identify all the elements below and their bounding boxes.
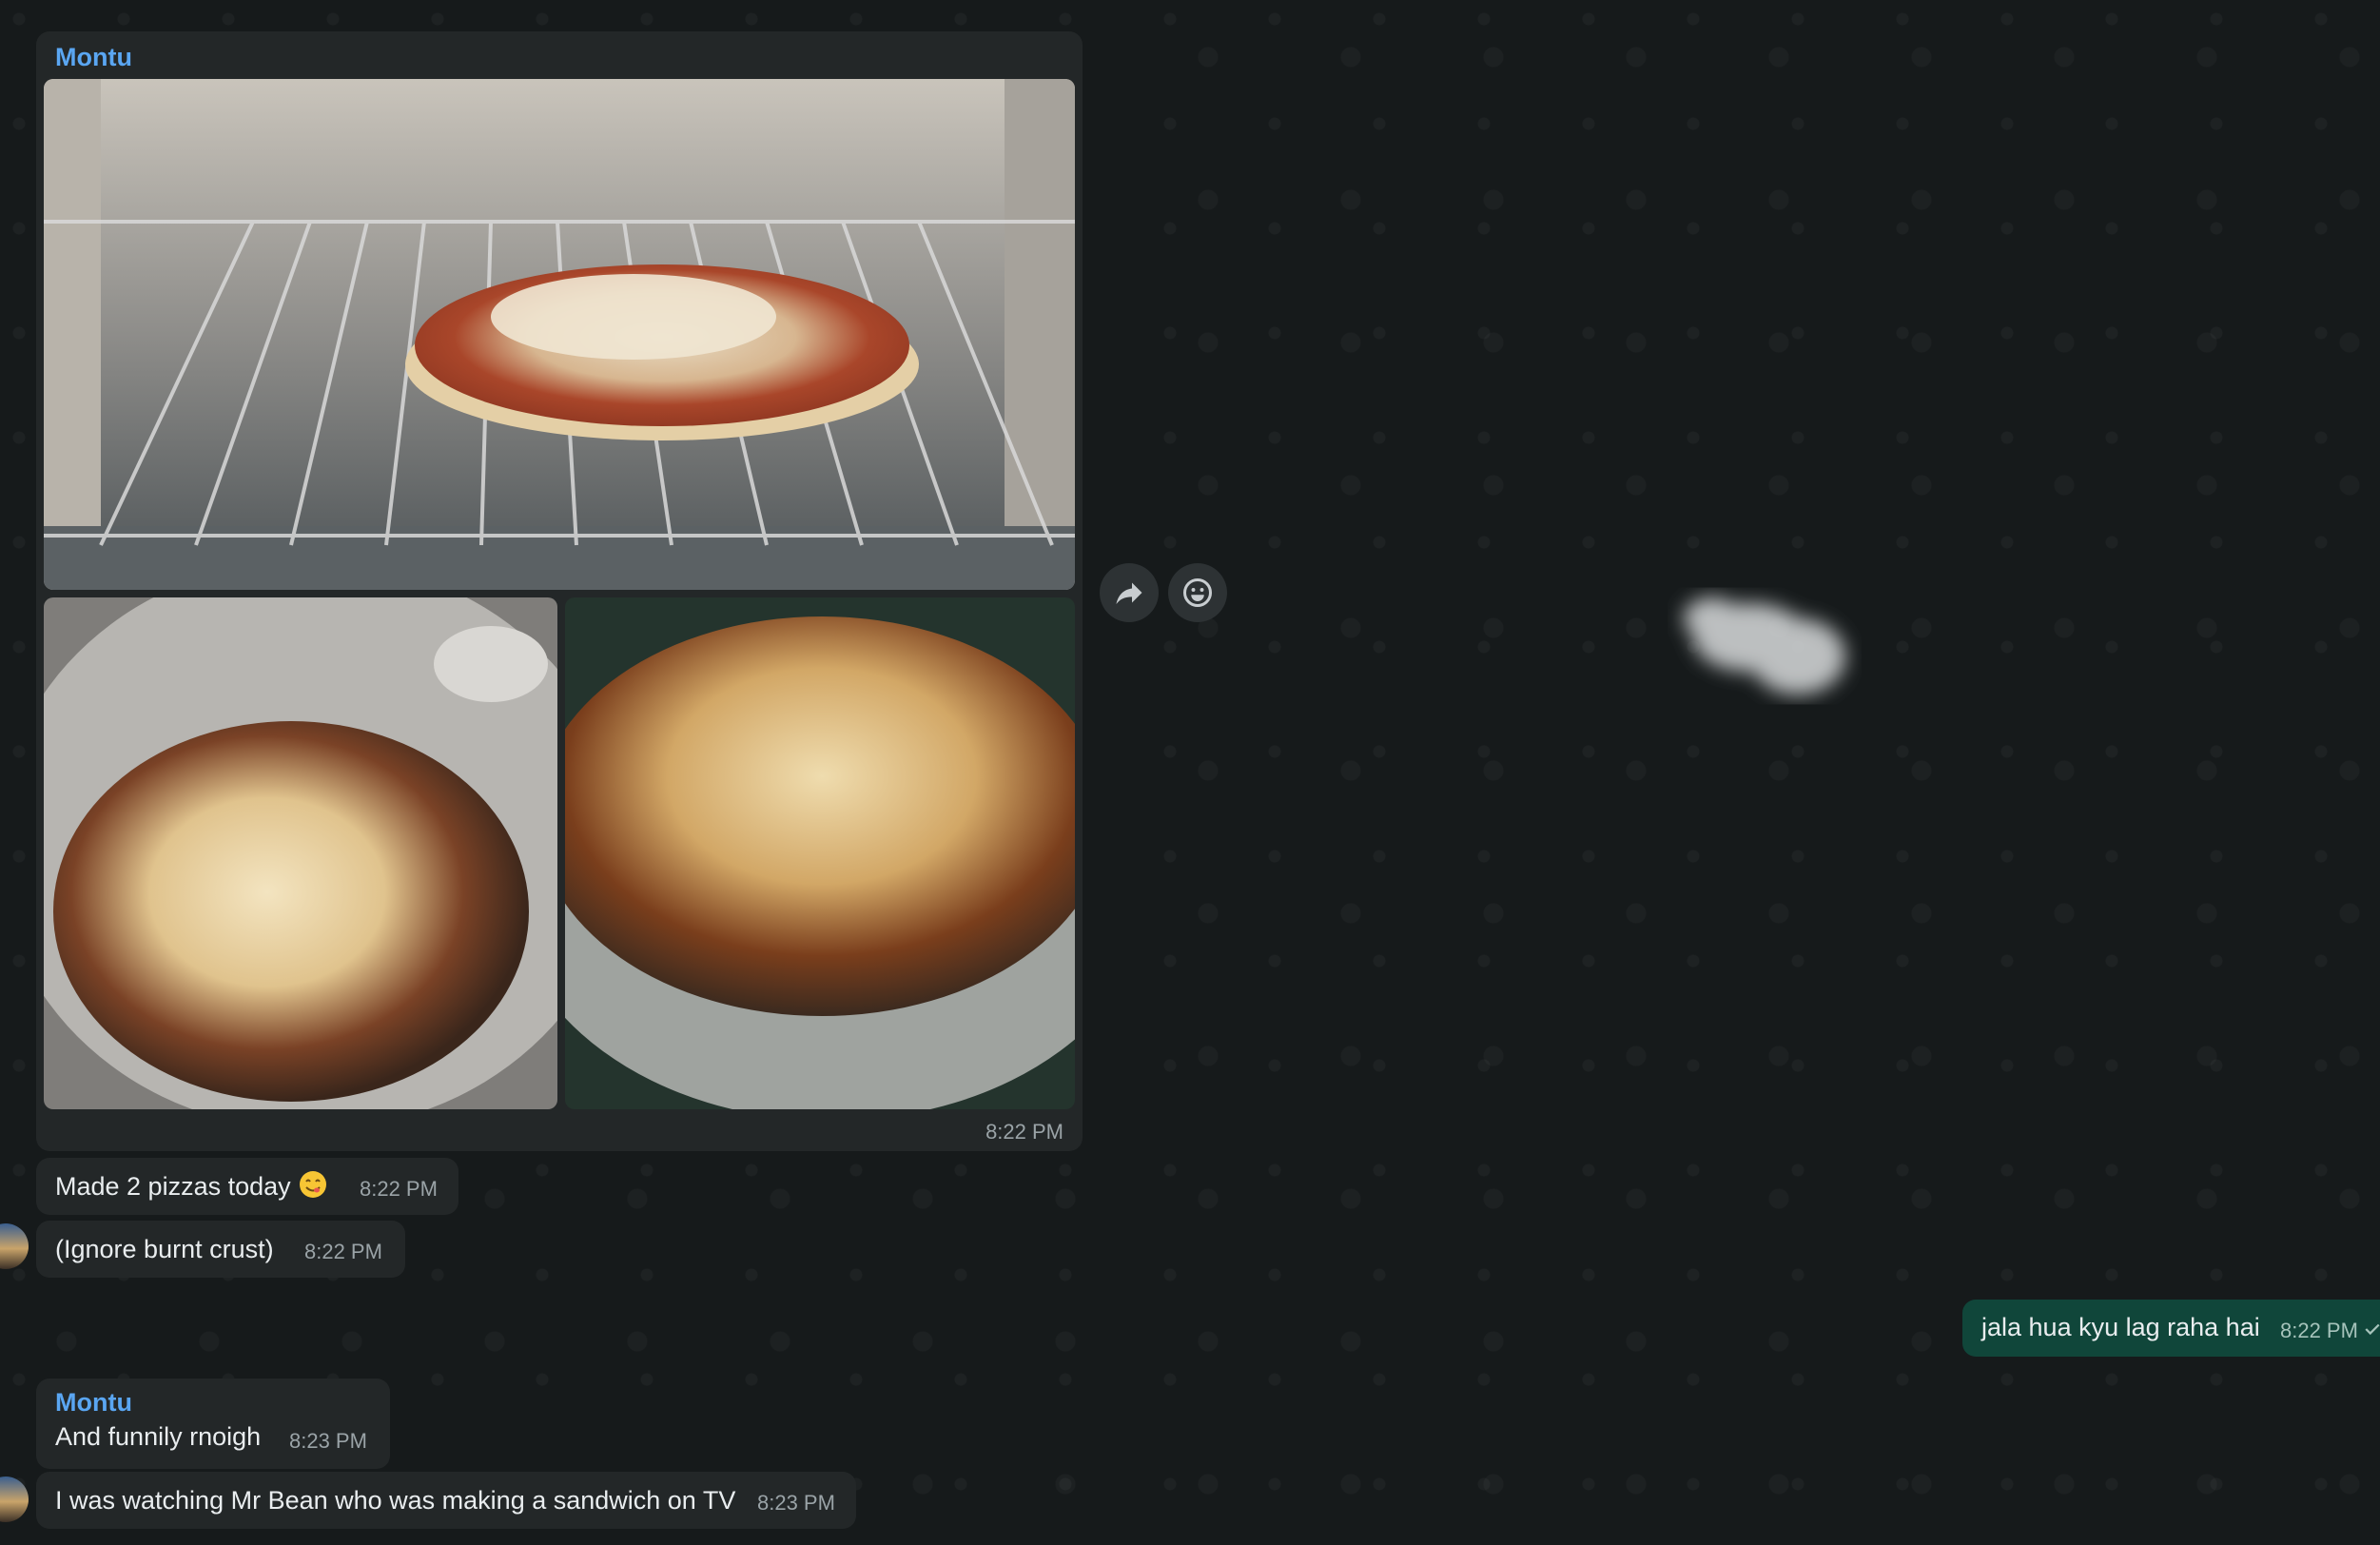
message-bubble: Montu And funnily rnoigh 8:23 PM — [36, 1379, 390, 1469]
album-timestamp: 8:22 PM — [985, 1120, 1063, 1144]
react-emoji-button[interactable] — [1168, 563, 1227, 622]
message-bubble: (Ignore burnt crust) 8:22 PM — [36, 1221, 405, 1278]
forward-button[interactable] — [1100, 563, 1159, 622]
message-bubble: I was watching Mr Bean who was making a … — [36, 1472, 856, 1529]
message-timestamp: 8:23 PM — [757, 1491, 835, 1515]
album-message-bubble: Montu 8:22 PM — [36, 31, 1083, 1151]
album-photo-pizza-closeup[interactable] — [565, 597, 1075, 1109]
message-timestamp: 8:23 PM — [289, 1429, 367, 1453]
album-sender-name[interactable]: Montu — [55, 43, 132, 72]
message-bubble: Made 2 pizzas today 8:22 PM — [36, 1158, 458, 1215]
forward-icon — [1116, 582, 1142, 604]
message-text: I was watching Mr Bean who was making a … — [55, 1486, 736, 1515]
message-timestamp: 8:22 PM — [2280, 1319, 2358, 1342]
album-photo-pizza-on-tray[interactable] — [44, 597, 557, 1109]
outgoing-message-bubble: jala hua kyu lag raha hai 8:22 PM — [1962, 1300, 2380, 1357]
message-timestamp: 8:22 PM — [360, 1177, 438, 1201]
message-sender-name[interactable]: Montu — [55, 1388, 132, 1418]
yum-face — [300, 1171, 326, 1198]
read-check-icon — [2365, 1323, 2380, 1336]
emoji-reaction-icon — [1183, 578, 1212, 607]
album-photo-pizza-in-oven[interactable] — [44, 79, 1075, 590]
message-text: And funnily rnoigh — [55, 1422, 262, 1451]
wallpaper-cloud-blur — [1684, 597, 1845, 694]
message-text: (Ignore burnt crust) — [55, 1235, 274, 1263]
message-timestamp: 8:22 PM — [304, 1240, 382, 1263]
message-text: Made 2 pizzas today — [55, 1172, 291, 1201]
message-text: jala hua kyu lag raha hai — [1981, 1313, 2260, 1341]
